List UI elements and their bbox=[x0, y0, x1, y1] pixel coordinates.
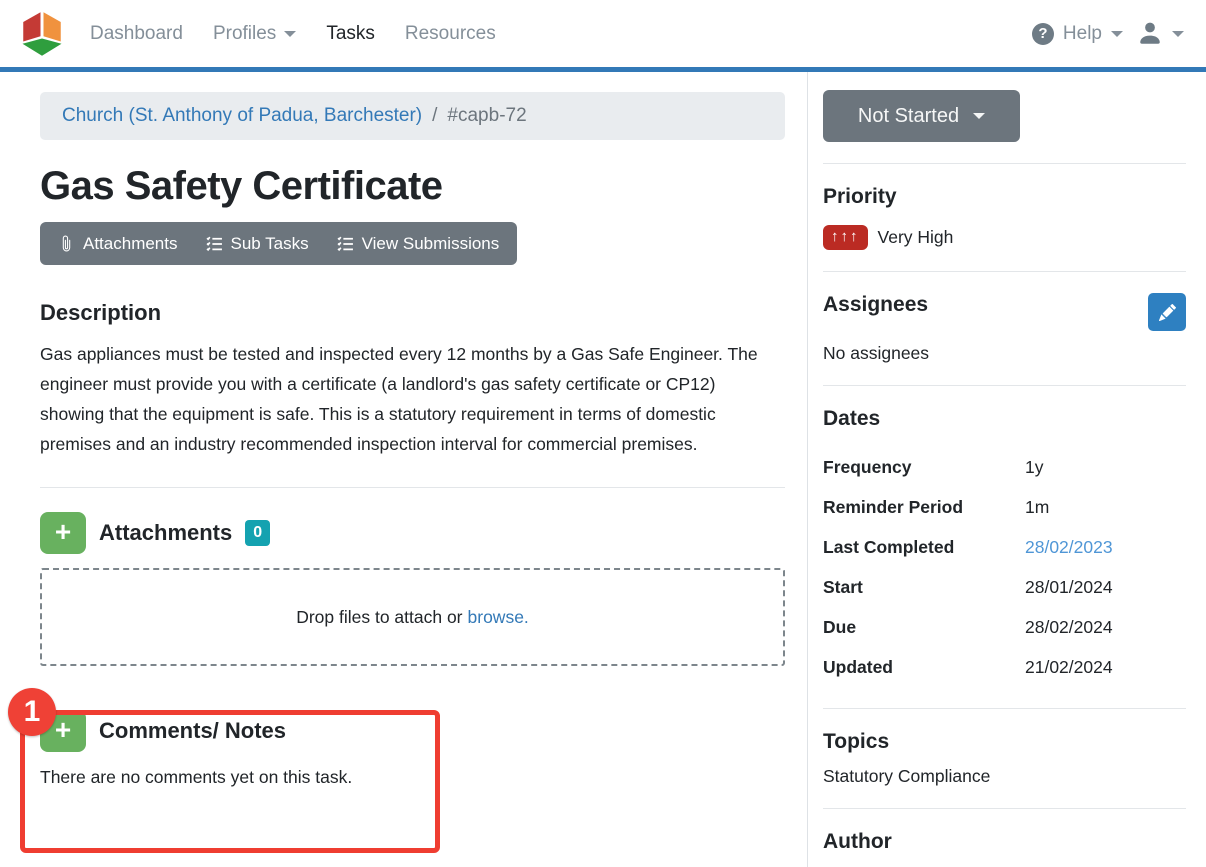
toolbar-button-label: Attachments bbox=[83, 234, 178, 254]
dates-heading: Dates bbox=[823, 407, 1186, 431]
priority-heading: Priority bbox=[823, 185, 1186, 209]
nav-label: Resources bbox=[405, 23, 496, 45]
task-detail-main: Church (St. Anthony of Padua, Barchester… bbox=[0, 72, 785, 867]
date-row-frequency: Frequency 1y bbox=[823, 447, 1186, 487]
sub-tasks-button[interactable]: Sub Tasks bbox=[192, 222, 323, 265]
date-label: Frequency bbox=[823, 457, 1025, 478]
task-list-icon bbox=[337, 235, 354, 252]
app-logo[interactable] bbox=[18, 8, 66, 60]
divider bbox=[823, 708, 1186, 709]
divider bbox=[823, 385, 1186, 386]
date-value: 28/01/2024 bbox=[1025, 577, 1113, 598]
attachments-count-badge: 0 bbox=[245, 520, 270, 546]
date-value: 1m bbox=[1025, 497, 1049, 518]
help-label: Help bbox=[1063, 23, 1102, 45]
status-dropdown-button[interactable]: Not Started bbox=[823, 90, 1020, 142]
date-label: Due bbox=[823, 617, 1025, 638]
date-row-updated: Updated 21/02/2024 bbox=[823, 647, 1186, 687]
chevron-down-icon bbox=[1172, 31, 1184, 37]
author-heading: Author bbox=[823, 830, 1186, 854]
attachments-button[interactable]: Attachments bbox=[44, 222, 192, 265]
date-value: 28/02/2024 bbox=[1025, 617, 1113, 638]
help-menu[interactable]: ? Help bbox=[1032, 23, 1123, 45]
date-value: 21/02/2024 bbox=[1025, 657, 1113, 678]
topics-value: Statutory Compliance bbox=[823, 766, 1186, 787]
browse-files-link[interactable]: browse. bbox=[468, 607, 529, 628]
divider bbox=[823, 808, 1186, 809]
paperclip-icon bbox=[58, 235, 75, 252]
breadcrumb-separator: / bbox=[432, 105, 437, 127]
date-label: Last Completed bbox=[823, 537, 1025, 558]
toolbar-button-label: Sub Tasks bbox=[231, 234, 309, 254]
main-nav: Dashboard Profiles Tasks Resources bbox=[90, 23, 496, 45]
assignees-value: No assignees bbox=[823, 343, 1186, 364]
pencil-icon bbox=[1159, 304, 1176, 321]
user-menu[interactable] bbox=[1137, 21, 1184, 47]
comments-section: + Comments/ Notes There are no comments … bbox=[40, 710, 785, 788]
status-label: Not Started bbox=[858, 105, 959, 128]
comments-empty-text: There are no comments yet on this task. bbox=[40, 767, 785, 788]
add-attachment-button[interactable]: + bbox=[40, 512, 86, 554]
file-dropzone[interactable]: Drop files to attach or browse. bbox=[40, 568, 785, 666]
priority-arrows-icon: ↑↑↑ bbox=[823, 225, 868, 250]
chevron-down-icon bbox=[973, 113, 985, 119]
comments-header: + Comments/ Notes bbox=[40, 710, 785, 752]
priority-value-row: ↑↑↑ Very High bbox=[823, 225, 1186, 250]
description-text: Gas appliances must be tested and inspec… bbox=[40, 339, 780, 459]
top-navbar: Dashboard Profiles Tasks Resources ? Hel… bbox=[0, 0, 1206, 72]
nav-item-tasks[interactable]: Tasks bbox=[326, 23, 375, 45]
breadcrumb: Church (St. Anthony of Padua, Barchester… bbox=[40, 92, 785, 140]
nav-label: Tasks bbox=[326, 23, 375, 45]
description-heading: Description bbox=[40, 300, 785, 326]
date-label: Updated bbox=[823, 657, 1025, 678]
divider bbox=[823, 271, 1186, 272]
last-completed-link[interactable]: 28/02/2023 bbox=[1025, 537, 1113, 558]
date-row-last-completed: Last Completed 28/02/2023 bbox=[823, 527, 1186, 567]
nav-item-profiles[interactable]: Profiles bbox=[213, 23, 296, 45]
attachments-header: + Attachments 0 bbox=[40, 512, 785, 554]
assignees-heading: Assignees bbox=[823, 293, 928, 317]
view-submissions-button[interactable]: View Submissions bbox=[323, 222, 514, 265]
nav-item-dashboard[interactable]: Dashboard bbox=[90, 23, 183, 45]
dropzone-text: Drop files to attach or bbox=[296, 607, 462, 628]
date-label: Reminder Period bbox=[823, 497, 1025, 518]
help-question-icon: ? bbox=[1032, 23, 1054, 45]
assignees-header: Assignees bbox=[823, 293, 1186, 331]
nav-item-resources[interactable]: Resources bbox=[405, 23, 496, 45]
cube-logo-icon bbox=[18, 10, 66, 58]
navbar-right: ? Help bbox=[1032, 21, 1184, 47]
add-comment-button[interactable]: + bbox=[40, 710, 86, 752]
date-row-start: Start 28/01/2024 bbox=[823, 567, 1186, 607]
chevron-down-icon bbox=[284, 31, 296, 37]
task-sidebar: Not Started Priority ↑↑↑ Very High Assig… bbox=[807, 72, 1206, 867]
task-list-icon bbox=[206, 235, 223, 252]
page-title: Gas Safety Certificate bbox=[40, 164, 785, 209]
priority-value: Very High bbox=[878, 227, 954, 248]
chevron-down-icon bbox=[1111, 31, 1123, 37]
nav-label: Profiles bbox=[213, 23, 276, 45]
divider bbox=[823, 163, 1186, 164]
dates-table: Frequency 1y Reminder Period 1m Last Com… bbox=[823, 447, 1186, 687]
task-toolbar: Attachments Sub Tasks View Submissions bbox=[40, 222, 517, 265]
nav-label: Dashboard bbox=[90, 23, 183, 45]
toolbar-button-label: View Submissions bbox=[362, 234, 500, 254]
date-row-due: Due 28/02/2024 bbox=[823, 607, 1186, 647]
person-icon bbox=[1137, 21, 1163, 47]
edit-assignees-button[interactable] bbox=[1148, 293, 1186, 331]
breadcrumb-profile-link[interactable]: Church (St. Anthony of Padua, Barchester… bbox=[62, 105, 422, 127]
date-row-reminder-period: Reminder Period 1m bbox=[823, 487, 1186, 527]
divider bbox=[40, 487, 785, 488]
comments-heading: Comments/ Notes bbox=[99, 718, 286, 744]
breadcrumb-task-id: #capb-72 bbox=[447, 105, 526, 127]
topics-heading: Topics bbox=[823, 730, 1186, 754]
date-label: Start bbox=[823, 577, 1025, 598]
attachments-heading: Attachments bbox=[99, 520, 232, 546]
date-value: 1y bbox=[1025, 457, 1043, 478]
